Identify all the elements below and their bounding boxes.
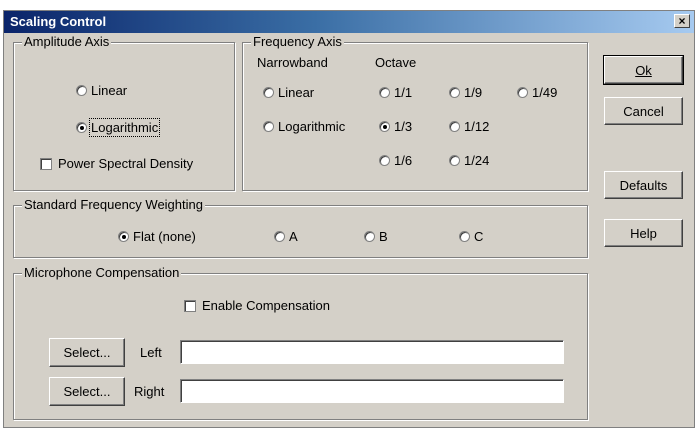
scaling-control-dialog: Scaling Control × Amplitude Axis Linear … (3, 10, 695, 428)
radio-icon (274, 231, 285, 242)
weighting-c-text: C (474, 229, 484, 244)
octave-1-9-radio[interactable]: 1/9 (449, 85, 482, 100)
narrowband-linear-text: Linear (278, 85, 315, 100)
checkbox-icon (184, 299, 196, 312)
amplitude-axis-group: Amplitude Axis Linear Logarithmic Power … (13, 34, 235, 191)
octave-1-3-radio[interactable]: 1/3 (379, 119, 412, 134)
right-label: Right (134, 384, 165, 399)
cancel-button[interactable]: Cancel (604, 97, 683, 125)
radio-selected-icon (76, 122, 87, 133)
select-right-label: Select... (63, 384, 111, 399)
octave-1-24-radio[interactable]: 1/24 (449, 153, 489, 168)
narrowband-logarithmic-radio[interactable]: Logarithmic (263, 119, 345, 134)
amplitude-logarithmic-radio[interactable]: Logarithmic (76, 118, 161, 137)
close-button[interactable]: × (674, 14, 690, 28)
ok-button[interactable]: Ok (603, 55, 684, 85)
octave-1-12-radio[interactable]: 1/12 (449, 119, 489, 134)
psd-text: Power Spectral Density (58, 156, 194, 171)
octave-1-12-text: 1/12 (464, 119, 490, 134)
frequency-weighting-group: Standard Frequency Weighting Flat (none)… (13, 197, 588, 258)
radio-icon (379, 87, 390, 98)
amplitude-logarithmic-text: Logarithmic (88, 118, 161, 137)
cancel-button-label: Cancel (623, 103, 664, 119)
enable-compensation-text: Enable Compensation (202, 298, 330, 313)
radio-icon (449, 155, 460, 166)
octave-1-3-text: 1/3 (394, 119, 413, 134)
radio-icon (263, 87, 274, 98)
weighting-a-radio[interactable]: A (274, 229, 298, 244)
radio-icon (379, 155, 390, 166)
select-left-button[interactable]: Select... (49, 338, 125, 367)
octave-1-6-radio[interactable]: 1/6 (379, 153, 412, 168)
octave-label: Octave (375, 55, 417, 70)
enable-compensation-checkbox[interactable]: Enable Compensation (184, 298, 330, 313)
radio-icon (459, 231, 470, 242)
weighting-flat-text: Flat (none) (133, 229, 196, 244)
left-label: Left (140, 345, 162, 360)
radio-selected-icon (379, 121, 390, 132)
defaults-button-label: Defaults (619, 177, 668, 193)
octave-1-1-radio[interactable]: 1/1 (379, 85, 412, 100)
octave-1-49-radio[interactable]: 1/49 (517, 85, 557, 100)
amplitude-axis-label: Amplitude Axis (22, 34, 112, 49)
help-button[interactable]: Help (604, 219, 683, 247)
radio-selected-icon (118, 231, 129, 242)
defaults-button[interactable]: Defaults (604, 171, 683, 199)
octave-1-49-text: 1/49 (532, 85, 558, 100)
radio-icon (364, 231, 375, 242)
ok-button-label: Ok (635, 62, 652, 78)
narrowband-logarithmic-text: Logarithmic (278, 119, 346, 134)
radio-icon (517, 87, 528, 98)
checkbox-icon (40, 157, 52, 170)
select-left-label: Select... (63, 345, 111, 360)
weighting-c-radio[interactable]: C (459, 229, 483, 244)
microphone-compensation-label: Microphone Compensation (22, 265, 182, 280)
microphone-compensation-group: Microphone Compensation Enable Compensat… (13, 265, 588, 420)
octave-1-1-text: 1/1 (394, 85, 413, 100)
left-file-input[interactable] (180, 340, 564, 364)
weighting-a-text: A (289, 229, 298, 244)
weighting-b-radio[interactable]: B (364, 229, 388, 244)
title-bar: Scaling Control × (4, 11, 694, 33)
weighting-flat-radio[interactable]: Flat (none) (118, 229, 196, 244)
right-file-input[interactable] (180, 379, 564, 403)
octave-1-6-text: 1/6 (394, 153, 413, 168)
psd-checkbox[interactable]: Power Spectral Density (40, 156, 193, 171)
amplitude-linear-radio[interactable]: Linear (76, 83, 127, 98)
amplitude-linear-text: Linear (91, 83, 128, 98)
radio-icon (263, 121, 274, 132)
octave-1-24-text: 1/24 (464, 153, 490, 168)
frequency-axis-label: Frequency Axis (251, 34, 344, 49)
select-right-button[interactable]: Select... (49, 377, 125, 406)
frequency-weighting-label: Standard Frequency Weighting (22, 197, 205, 212)
window-title: Scaling Control (10, 14, 107, 29)
radio-icon (449, 87, 460, 98)
narrowband-label: Narrowband (257, 55, 328, 70)
frequency-axis-group: Frequency Axis Narrowband Octave Linear … (242, 34, 588, 191)
weighting-b-text: B (379, 229, 388, 244)
radio-icon (449, 121, 460, 132)
radio-icon (76, 85, 87, 96)
octave-1-9-text: 1/9 (464, 85, 483, 100)
help-button-label: Help (630, 225, 657, 241)
narrowband-linear-radio[interactable]: Linear (263, 85, 314, 100)
